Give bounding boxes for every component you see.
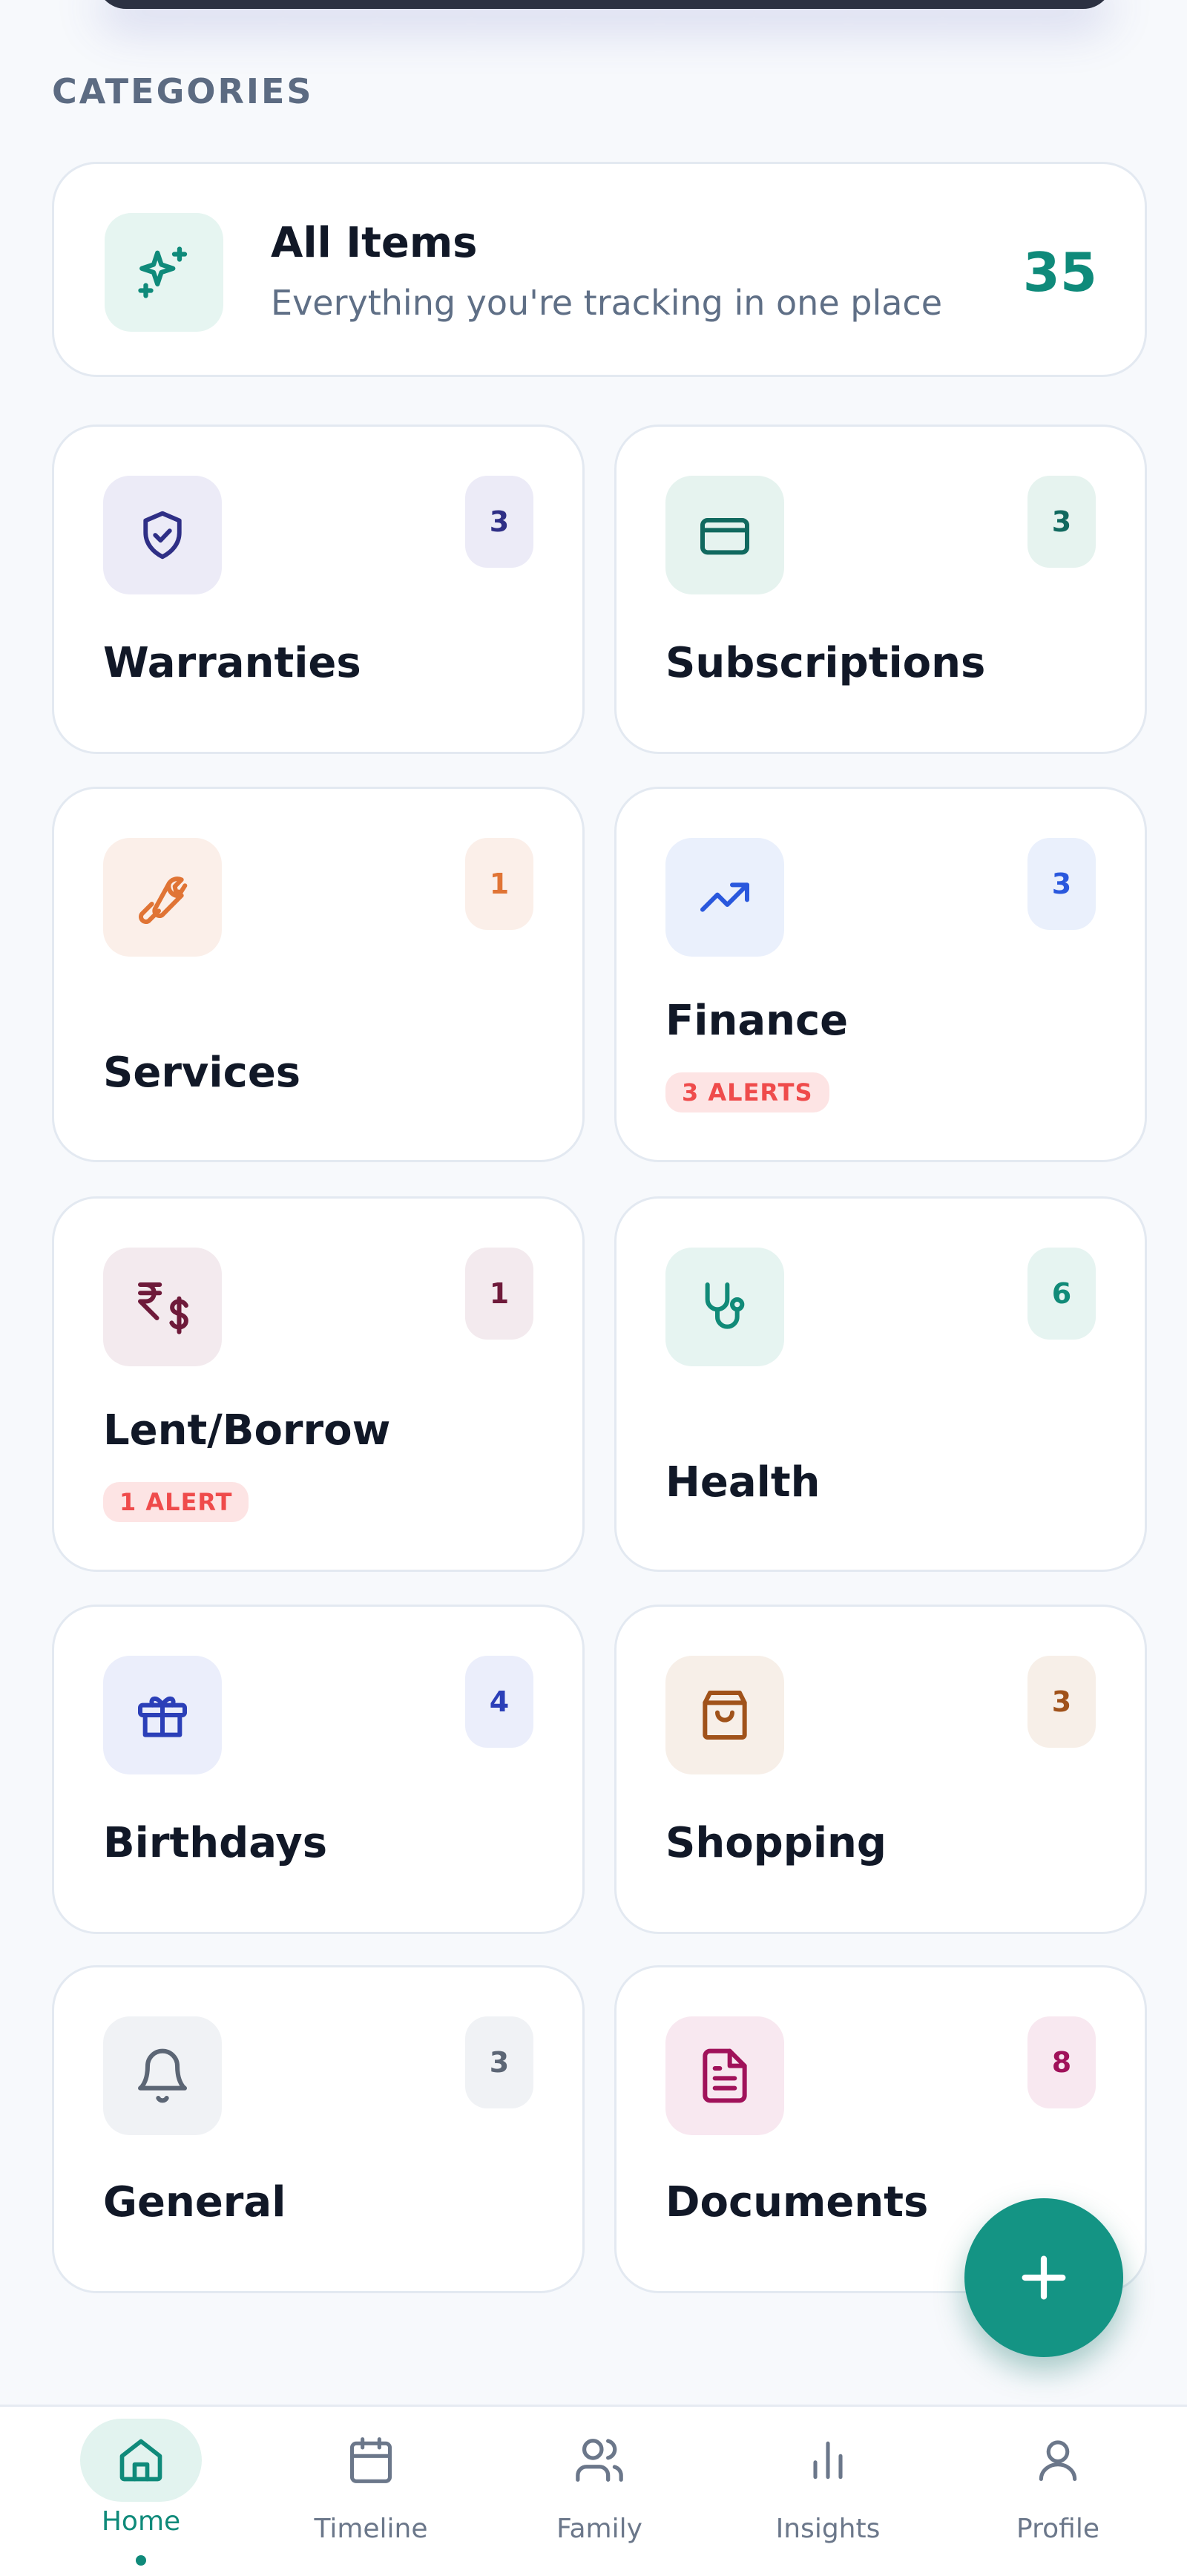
category-count: 4 [465, 1656, 533, 1748]
trending-up-icon [665, 838, 784, 957]
category-count: 6 [1027, 1248, 1096, 1340]
category-card-birthdays[interactable]: 4 Birthdays [52, 1605, 585, 1934]
category-count: 3 [1027, 838, 1096, 930]
all-items-card[interactable]: All Items Everything you're tracking in … [52, 162, 1147, 377]
plus-icon [1022, 2255, 1066, 2300]
nav-label: Home [101, 2506, 181, 2537]
section-title: CATEGORIES [52, 71, 314, 111]
credit-card-icon [665, 476, 784, 594]
bottom-navigation: Home Timeline Family Insights Profile [0, 2405, 1187, 2576]
shopping-bag-icon [665, 1656, 784, 1774]
shield-check-icon [103, 476, 222, 594]
category-count: 1 [465, 1248, 533, 1340]
user-icon [997, 2419, 1119, 2502]
alert-badge: 1 ALERT [103, 1482, 249, 1522]
bell-icon [103, 2016, 222, 2135]
category-card-general[interactable]: 3 General [52, 1965, 585, 2293]
category-label: Services [103, 1049, 301, 1097]
sparkles-icon [105, 213, 223, 332]
category-label: Documents [665, 2178, 929, 2226]
category-label: Health [665, 1458, 821, 1507]
nav-label: Insights [775, 2514, 881, 2544]
nav-label: Timeline [314, 2514, 428, 2544]
category-card-finance[interactable]: 3 Finance 3 ALERTS [614, 787, 1147, 1162]
users-icon [539, 2419, 660, 2502]
app-screen: CATEGORIES All Items Everything you're t… [0, 0, 1187, 2576]
category-count: 3 [1027, 1656, 1096, 1748]
category-label: General [103, 2178, 286, 2226]
category-card-shopping[interactable]: 3 Shopping [614, 1605, 1147, 1934]
wrench-icon [103, 838, 222, 957]
category-label: Shopping [665, 1819, 887, 1867]
category-count: 1 [465, 838, 533, 930]
document-icon [665, 2016, 784, 2135]
nav-item-insights[interactable]: Insights [717, 2407, 939, 2576]
category-card-services[interactable]: 1 Services [52, 787, 585, 1162]
category-card-health[interactable]: 6 Health [614, 1196, 1147, 1572]
category-count: 3 [465, 476, 533, 568]
nav-item-timeline[interactable]: Timeline [260, 2407, 482, 2576]
category-count: 8 [1027, 2016, 1096, 2108]
rupee-dollar-icon [103, 1248, 222, 1366]
active-indicator [136, 2555, 146, 2566]
nav-label: Profile [1016, 2514, 1099, 2544]
category-label: Lent/Borrow [103, 1406, 391, 1455]
category-card-warranties[interactable]: 3 Warranties [52, 425, 585, 754]
gift-icon [103, 1656, 222, 1774]
bar-chart-icon [767, 2419, 889, 2502]
category-card-subscriptions[interactable]: 3 Subscriptions [614, 425, 1147, 754]
add-item-button[interactable] [964, 2198, 1123, 2357]
all-items-subtitle: Everything you're tracking in one place [271, 283, 943, 323]
home-icon [80, 2419, 202, 2502]
nav-item-family[interactable]: Family [488, 2407, 711, 2576]
category-count: 3 [1027, 476, 1096, 568]
category-label: Finance [665, 997, 849, 1045]
all-items-title: All Items [271, 219, 478, 267]
nav-item-profile[interactable]: Profile [947, 2407, 1169, 2576]
alert-badge: 3 ALERTS [665, 1072, 829, 1112]
stethoscope-icon [665, 1248, 784, 1366]
category-label: Subscriptions [665, 639, 986, 687]
nav-label: Family [556, 2514, 642, 2544]
category-label: Warranties [103, 639, 361, 687]
all-items-count: 35 [1022, 241, 1097, 304]
category-label: Birthdays [103, 1819, 328, 1867]
category-card-lent-borrow[interactable]: 1 Lent/Borrow 1 ALERT [52, 1196, 585, 1572]
category-count: 3 [465, 2016, 533, 2108]
previous-card-edge [96, 0, 1113, 9]
nav-item-home[interactable]: Home [30, 2407, 252, 2576]
calendar-icon [310, 2419, 432, 2502]
